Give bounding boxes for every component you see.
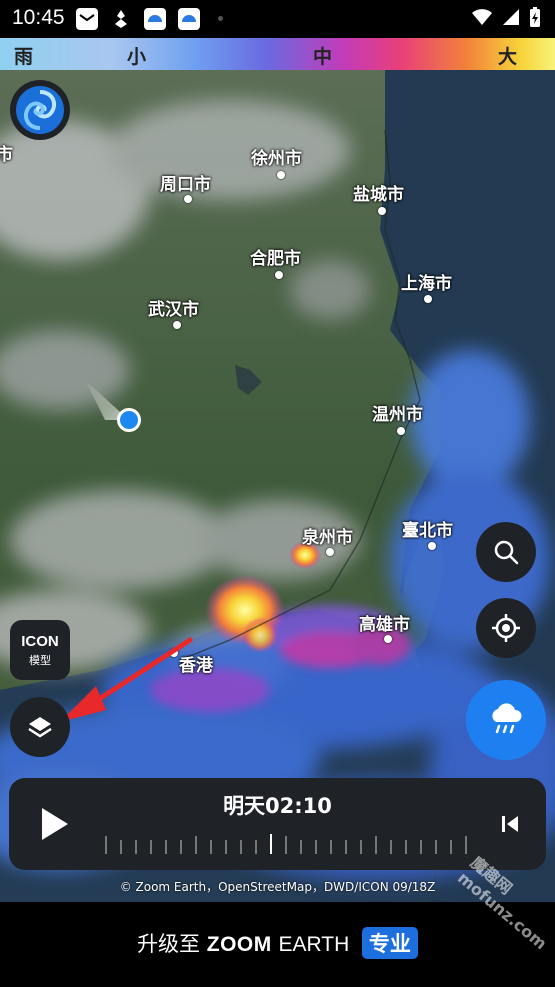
app-icon [110, 8, 132, 30]
city-dot [428, 542, 436, 550]
city-label: 周口市 [160, 175, 211, 195]
timeline-tick [105, 836, 107, 854]
search-icon [494, 540, 519, 565]
city-label: 温州市 [372, 405, 423, 425]
timeline-tick [345, 840, 347, 854]
timeline-panel: 明天02:10 [9, 778, 546, 870]
timeline-tick [420, 840, 422, 854]
current-location-marker [85, 380, 141, 432]
timeline-tick [120, 840, 122, 854]
precipitation-layer-button[interactable] [466, 680, 546, 760]
legend-label-light: 小 [127, 46, 147, 68]
wifi-icon [472, 9, 492, 25]
upgrade-prefix: 升级至 [137, 932, 201, 956]
mail-icon [76, 8, 98, 30]
timeline-tick [165, 840, 167, 854]
timeline-tick [435, 840, 437, 854]
weather-app-icon [178, 8, 200, 30]
brand-earth: EARTH [278, 933, 350, 956]
timeline-tick [135, 840, 137, 854]
search-button[interactable] [476, 522, 536, 582]
annotation-arrow [60, 637, 193, 722]
precipitation-legend: 雨 小 中 大 [0, 38, 555, 70]
city-dot [384, 635, 392, 643]
app-logo-button[interactable] [10, 80, 70, 140]
timeline-tick [210, 840, 212, 854]
city-label: 上海市 [401, 274, 452, 294]
model-caption: 模型 [29, 653, 51, 667]
timeline-tick [255, 840, 257, 854]
timeline-scrubber[interactable] [105, 832, 467, 854]
city-dot [173, 321, 181, 329]
model-selector-button[interactable]: ICON 模型 [10, 620, 70, 680]
timeline-tick [180, 840, 182, 854]
weather-app-icon [144, 8, 166, 30]
timeline-tick [270, 834, 272, 854]
timeline-tick [240, 840, 242, 854]
upgrade-banner[interactable]: 升级至 ZOOM EARTH 专业 [0, 902, 555, 987]
signal-icon [503, 9, 519, 25]
timeline-time: 明天02:10 [223, 794, 332, 818]
timeline-tick [225, 840, 227, 854]
timeline-tick [375, 836, 377, 854]
battery-icon [530, 7, 540, 27]
city-label: 高雄市 [359, 615, 410, 635]
layers-button[interactable] [10, 697, 70, 757]
city-dot [424, 295, 432, 303]
my-location-button[interactable] [476, 598, 536, 658]
timeline-tick [390, 840, 392, 854]
city-dot [275, 271, 283, 279]
legend-label-heavy: 大 [498, 46, 518, 68]
city-label: 臺北市 [402, 521, 453, 541]
timeline-tick [330, 840, 332, 854]
pro-badge: 专业 [361, 927, 418, 959]
city-label: 合肥市 [250, 249, 301, 269]
timeline-tick [285, 836, 287, 854]
city-label: 徐州市 [251, 149, 302, 169]
timeline-tick [465, 836, 467, 854]
brand-zoom: ZOOM [206, 933, 272, 956]
model-name: ICON [21, 632, 59, 650]
timeline-tick [360, 840, 362, 854]
city-dot [277, 171, 285, 179]
city-label: 武汉市 [148, 300, 199, 320]
legend-label-moderate: 中 [313, 46, 333, 68]
status-bar: 10:45 [0, 0, 555, 38]
city-dot [378, 207, 386, 215]
timeline-tick [195, 836, 197, 854]
timeline-tick [450, 840, 452, 854]
status-time: 10:45 [12, 6, 65, 29]
skip-to-start-button[interactable] [494, 808, 526, 840]
city-label: 盐城市 [353, 185, 404, 205]
rain-cloud-icon [492, 703, 522, 734]
timeline-tick [300, 840, 302, 854]
crosshair-icon [492, 614, 520, 642]
legend-label-rain: 雨 [14, 46, 34, 68]
city-dot [326, 548, 334, 556]
timeline-tick [405, 840, 407, 854]
notification-dot [218, 16, 223, 21]
skip-back-icon [502, 816, 518, 832]
timeline-tick [315, 840, 317, 854]
city-label: 市 [0, 145, 13, 165]
city-label: 泉州市 [302, 528, 353, 548]
city-dot [397, 427, 405, 435]
zoom-earth-logo-icon [16, 86, 64, 134]
layers-icon [28, 717, 52, 738]
timeline-tick [150, 840, 152, 854]
city-dot [184, 195, 192, 203]
